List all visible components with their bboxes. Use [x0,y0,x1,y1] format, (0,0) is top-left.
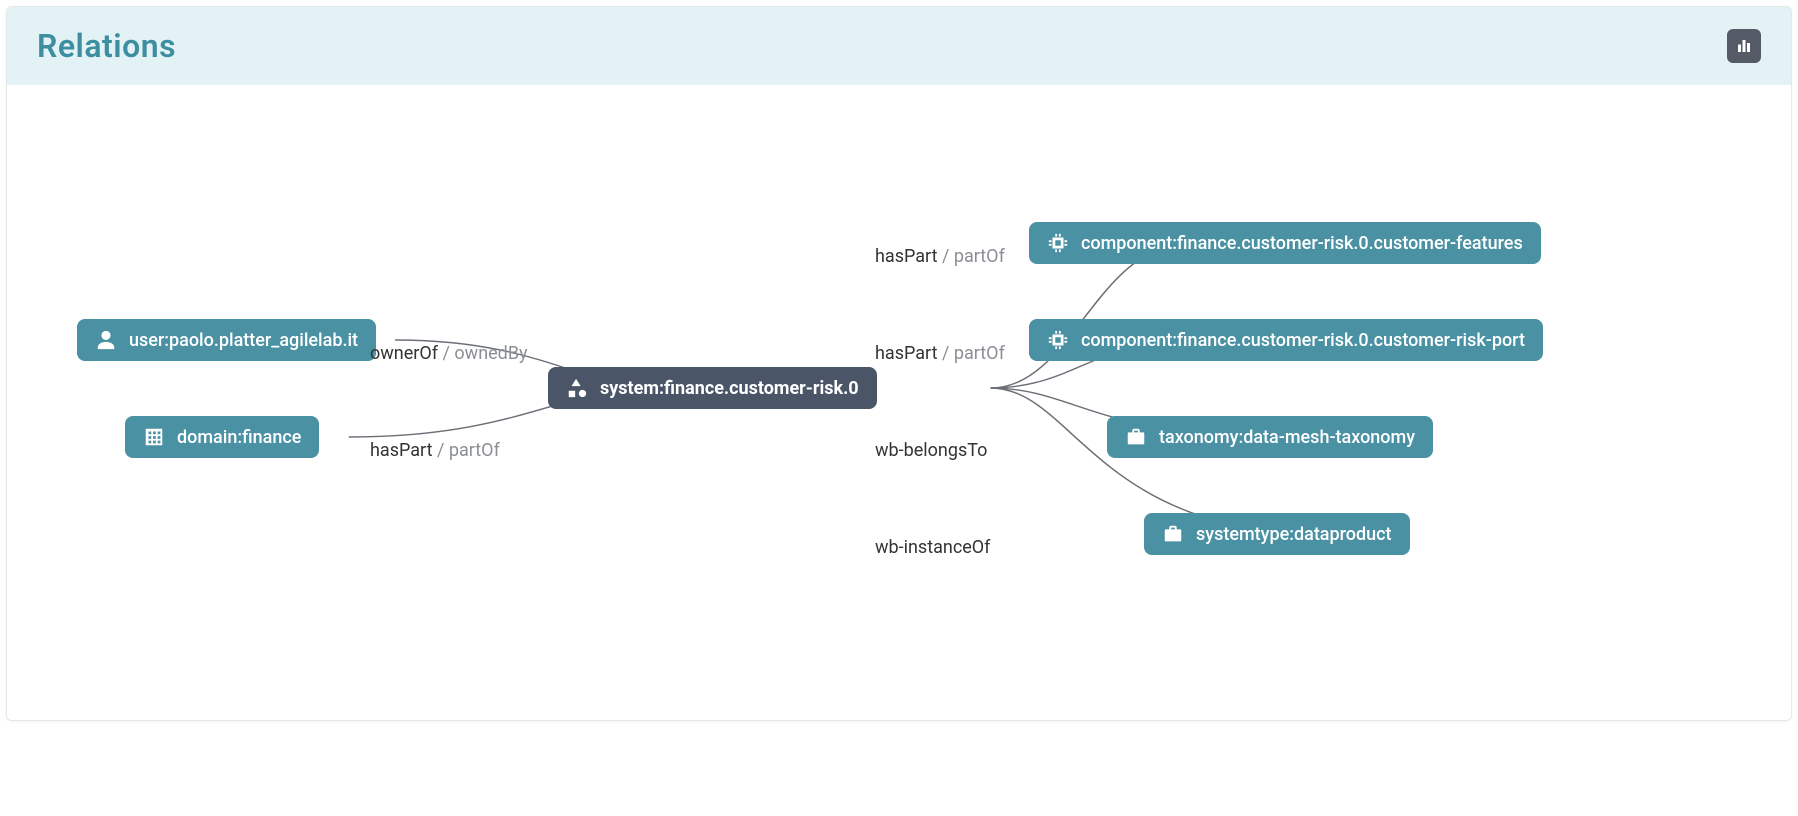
center-node-system[interactable]: system:finance.customer-risk.0 [548,367,877,409]
node-component-risk-port[interactable]: component:finance.customer-risk.0.custom… [1029,319,1543,361]
hierarchy-icon [566,377,588,399]
node-label: system:finance.customer-risk.0 [600,378,859,399]
node-taxonomy[interactable]: taxonomy:data-mesh-taxonomy [1107,416,1433,458]
node-label: user:paolo.platter_agilelab.it [129,330,358,351]
building-icon [143,426,165,448]
node-label: taxonomy:data-mesh-taxonomy [1159,427,1415,448]
node-label: systemtype:dataproduct [1196,524,1392,545]
graph-canvas[interactable]: system:finance.customer-risk.0 user:paol… [7,85,1791,720]
node-systemtype[interactable]: systemtype:dataproduct [1144,513,1410,555]
edge-label-right-2: wb-belongsTo [875,440,987,461]
briefcase-icon [1125,426,1147,448]
edge-label-right-0: hasPart / partOf [875,246,1005,267]
edge-label-left-1: hasPart / partOf [370,440,500,461]
edges-layer [7,85,1791,720]
relations-panel: Relations system:finance.customer-r [6,6,1792,721]
panel-title: Relations [37,27,176,65]
chip-icon [1047,329,1069,351]
person-icon [95,329,117,351]
stats-button[interactable] [1727,29,1761,63]
node-user[interactable]: user:paolo.platter_agilelab.it [77,319,376,361]
edge-label-left-0: ownerOf / ownedBy [370,343,528,364]
node-label: component:finance.customer-risk.0.custom… [1081,233,1523,254]
briefcase-icon [1162,523,1184,545]
node-component-features[interactable]: component:finance.customer-risk.0.custom… [1029,222,1541,264]
edge-label-right-1: hasPart / partOf [875,343,1005,364]
panel-header: Relations [7,7,1791,85]
node-label: component:finance.customer-risk.0.custom… [1081,330,1525,351]
bar-chart-icon [1735,37,1753,55]
node-label: domain:finance [177,427,301,448]
node-domain[interactable]: domain:finance [125,416,319,458]
chip-icon [1047,232,1069,254]
edge-label-right-3: wb-instanceOf [875,537,990,558]
